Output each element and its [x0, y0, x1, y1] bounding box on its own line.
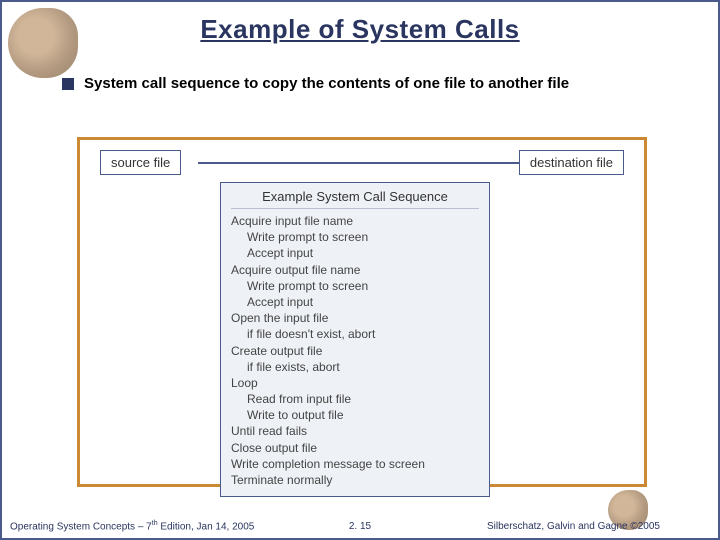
syscall-line: if file exists, abort	[231, 359, 479, 375]
footer-left: Operating System Concepts – 7th Edition,…	[10, 520, 254, 532]
dinosaur-icon	[8, 8, 78, 78]
arrow-line	[198, 162, 526, 164]
footer-right: Silberschatz, Galvin and Gagne ©2005	[487, 521, 710, 532]
syscall-line: Create output file	[231, 343, 479, 359]
syscall-line: Acquire input file name	[231, 213, 479, 229]
syscall-line: Accept input	[231, 294, 479, 310]
square-bullet-icon	[62, 78, 74, 90]
syscall-line: Write completion message to screen	[231, 456, 479, 472]
footer-book-prefix: Operating System Concepts – 7	[10, 521, 152, 532]
syscall-line: Open the input file	[231, 310, 479, 326]
syscall-line: Accept input	[231, 245, 479, 261]
syscall-line: Terminate normally	[231, 472, 479, 488]
slide-title: Example of System Calls	[2, 2, 718, 45]
footer-year: 2005	[638, 521, 660, 532]
syscall-line: Write prompt to screen	[231, 229, 479, 245]
syscall-box-title: Example System Call Sequence	[231, 189, 479, 209]
footer-page-number: 2. 15	[349, 521, 371, 532]
slide-footer: Operating System Concepts – 7th Edition,…	[10, 520, 710, 532]
slide-container: Example of System Calls System call sequ…	[0, 0, 720, 540]
source-file-box: source file	[100, 150, 181, 175]
footer-authors: Silberschatz, Galvin and Gagne	[487, 521, 630, 532]
footer-book-suffix: Edition, Jan 14, 2005	[158, 521, 255, 532]
syscall-line: Close output file	[231, 440, 479, 456]
destination-file-box: destination file	[519, 150, 624, 175]
syscall-sequence-box: Example System Call Sequence Acquire inp…	[220, 182, 490, 497]
syscall-line: Until read fails	[231, 423, 479, 439]
syscall-line: Write prompt to screen	[231, 278, 479, 294]
syscall-line: if file doesn't exist, abort	[231, 326, 479, 342]
syscall-line: Write to output file	[231, 407, 479, 423]
bullet-item: System call sequence to copy the content…	[62, 75, 718, 92]
syscall-line: Loop	[231, 375, 479, 391]
diagram-frame: source file destination file Example Sys…	[77, 137, 647, 487]
syscall-line: Acquire output file name	[231, 262, 479, 278]
bullet-text: System call sequence to copy the content…	[84, 75, 569, 92]
dinosaur-logo-top	[8, 8, 78, 78]
copyright-icon: ©	[630, 521, 637, 532]
syscall-line: Read from input file	[231, 391, 479, 407]
